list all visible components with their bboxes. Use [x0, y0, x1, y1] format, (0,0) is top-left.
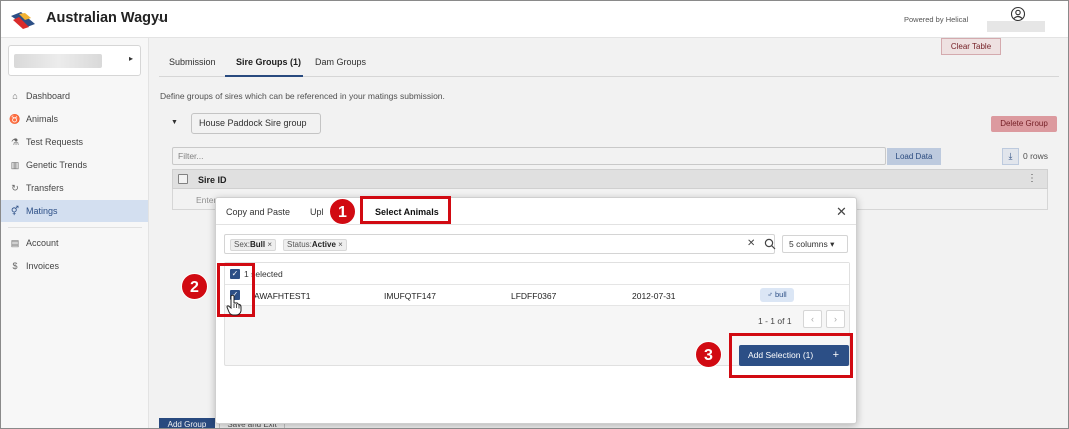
organisation-selector[interactable]: ▸: [8, 45, 141, 76]
sidebar-item-transfers[interactable]: ↻ Transfers: [1, 177, 148, 199]
sidebar-item-label: Matings: [26, 206, 58, 216]
callout-badge-1: 1: [329, 198, 356, 225]
columns-label: 5 columns: [789, 239, 828, 249]
bar-chart-icon: ▥: [10, 160, 20, 170]
sidebar-item-matings[interactable]: ⚥ Matings: [1, 200, 148, 222]
list-item[interactable]: ✓ AWAFHTEST1 IMUFQTF147 LFDFF0367 2012-0…: [225, 285, 849, 306]
sex-label: bull: [775, 290, 787, 299]
sidebar-item-dashboard[interactable]: ⌂ Dashboard: [1, 85, 148, 107]
animal-dob: 2012-07-31: [632, 291, 676, 301]
user-icon[interactable]: [1010, 6, 1026, 22]
animal-search-input[interactable]: Sex:Bull × Status:Active × ✕: [224, 234, 776, 254]
results-header: ✓ 1 selected: [225, 263, 849, 285]
sidebar-item-label: Transfers: [26, 183, 64, 193]
callout-highlight-3: [729, 333, 853, 378]
sidebar: ▸ ⌂ Dashboard ♉ Animals ⚗ Test Requests …: [1, 38, 149, 428]
powered-by-label: Powered by Helical: [904, 15, 969, 24]
sidebar-item-genetic-trends[interactable]: ▥ Genetic Trends: [1, 154, 148, 176]
transfer-icon: ↻: [11, 183, 19, 193]
chip-key: Sex:: [234, 240, 251, 249]
animal-ltag: LFDFF0367: [511, 291, 557, 301]
sex-badge: ♂ bull: [760, 288, 794, 302]
next-page-button[interactable]: ›: [826, 310, 845, 328]
filter-chip-sex[interactable]: Sex:Bull ×: [230, 239, 277, 251]
callout-highlight-1: [360, 196, 451, 224]
sidebar-item-label: Account: [26, 238, 59, 248]
search-icon[interactable]: [764, 238, 776, 250]
flask-icon: ⚗: [10, 137, 20, 147]
sidebar-item-account[interactable]: ▤ Account: [1, 232, 148, 254]
dollar-icon: $: [12, 261, 18, 271]
wagyu-logo: [11, 12, 35, 29]
select-animals-modal: Copy and Paste Upl Select Animals ✕ Sex:…: [215, 197, 857, 424]
chip-remove-icon[interactable]: ×: [338, 240, 343, 249]
account-icon: ▤: [10, 238, 20, 248]
chip-value: Bull: [250, 240, 266, 249]
clear-search-icon[interactable]: ✕: [747, 238, 755, 249]
app-title[interactable]: Australian Wagyu: [46, 10, 168, 26]
previous-page-button[interactable]: ‹: [803, 310, 822, 328]
tab-upload[interactable]: Upl: [310, 207, 324, 217]
callout-badge-2: 2: [181, 273, 208, 300]
tab-copy-and-paste[interactable]: Copy and Paste: [226, 207, 290, 217]
mating-icon: ⚥: [10, 206, 20, 216]
user-name-redacted[interactable]: [987, 21, 1045, 32]
sidebar-item-test-requests[interactable]: ⚗ Test Requests: [1, 131, 148, 153]
chip-remove-icon[interactable]: ×: [267, 240, 272, 249]
screenshot-frame: Australian Wagyu ⌄ Powered by Helical ▸ …: [0, 0, 1069, 429]
top-bar: Australian Wagyu ⌄ Powered by Helical: [1, 1, 1068, 38]
animal-ident: IMUFQTF147: [384, 291, 436, 301]
callout-badge-3: 3: [695, 341, 722, 368]
close-icon[interactable]: ✕: [836, 204, 847, 220]
hand-cursor-icon: [226, 294, 242, 316]
caret-down-icon: ▾: [830, 239, 835, 249]
sidebar-item-invoices[interactable]: $ Invoices: [1, 255, 148, 277]
sidebar-item-label: Animals: [26, 114, 59, 124]
chevron-down-icon[interactable]: ⌄: [156, 13, 164, 24]
animals-icon: ♉: [9, 114, 21, 124]
sidebar-divider: [8, 227, 142, 228]
sidebar-item-label: Genetic Trends: [26, 160, 88, 170]
animal-id: AWAFHTEST1: [254, 291, 311, 301]
filter-chip-status[interactable]: Status:Active ×: [283, 239, 347, 251]
sidebar-item-label: Test Requests: [26, 137, 84, 147]
sidebar-item-label: Invoices: [26, 261, 60, 271]
home-icon: ⌂: [12, 91, 18, 101]
organisation-name-redacted: [14, 54, 102, 68]
sidebar-item-label: Dashboard: [26, 91, 71, 101]
chip-value: Active: [311, 240, 336, 249]
columns-dropdown[interactable]: 5 columns ▾: [782, 235, 848, 253]
modal-tabs-divider: [216, 224, 856, 225]
pagination-text: 1 - 1 of 1: [758, 316, 792, 326]
chevron-right-icon: ▸: [128, 54, 133, 63]
sidebar-item-animals[interactable]: ♉ Animals: [1, 108, 148, 130]
chip-key: Status:: [287, 240, 312, 249]
